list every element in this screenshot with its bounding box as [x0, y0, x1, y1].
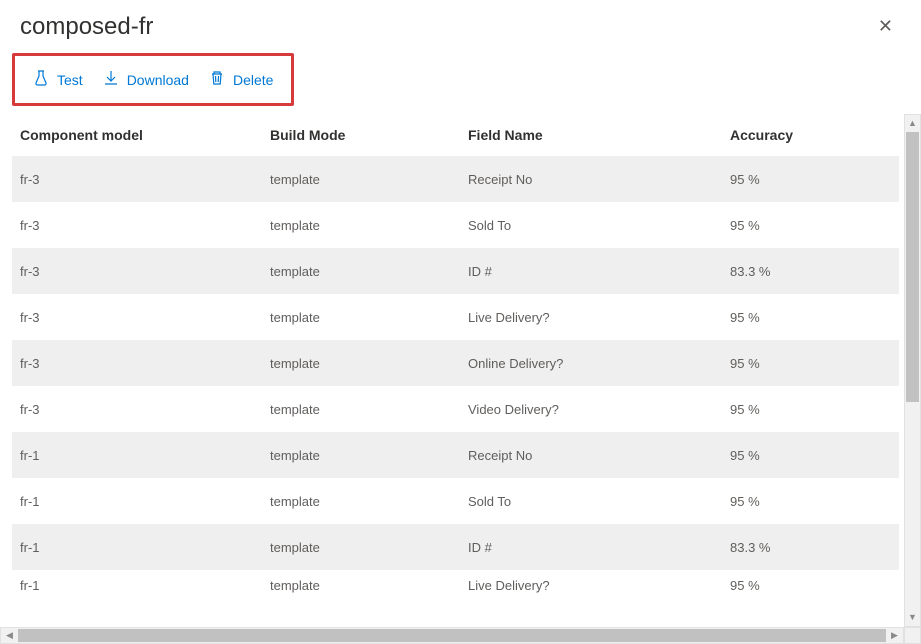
table-row[interactable]: fr-1templateReceipt No95 %: [12, 432, 899, 478]
cell-build-mode: template: [270, 494, 468, 509]
cell-build-mode: template: [270, 402, 468, 417]
cell-component-model: fr-3: [12, 310, 270, 325]
scroll-up-icon[interactable]: ▲: [905, 115, 920, 132]
close-button[interactable]: ✕: [870, 12, 901, 41]
cell-build-mode: template: [270, 310, 468, 325]
cell-field-name: Online Delivery?: [468, 356, 730, 371]
cell-component-model: fr-3: [12, 172, 270, 187]
toolbar: Test Download Delete: [12, 53, 294, 106]
cell-component-model: fr-3: [12, 402, 270, 417]
table-row[interactable]: fr-3templateOnline Delivery?95 %: [12, 340, 899, 386]
table-body: fr-3templateReceipt No95 %fr-3templateSo…: [12, 156, 899, 601]
table-row[interactable]: fr-1templateID #83.3 %: [12, 524, 899, 570]
test-label: Test: [57, 72, 83, 88]
horizontal-scroll-thumb[interactable]: [18, 629, 886, 642]
cell-build-mode: template: [270, 448, 468, 463]
cell-accuracy: 95 %: [730, 578, 899, 593]
cell-field-name: Sold To: [468, 218, 730, 233]
cell-accuracy: 95 %: [730, 494, 899, 509]
table-row[interactable]: fr-3templateVideo Delivery?95 %: [12, 386, 899, 432]
highlighted-toolbar-region: Test Download Delete: [0, 49, 921, 114]
cell-component-model: fr-3: [12, 356, 270, 371]
cell-field-name: Video Delivery?: [468, 402, 730, 417]
cell-component-model: fr-1: [12, 540, 270, 555]
cell-build-mode: template: [270, 218, 468, 233]
download-icon: [103, 70, 119, 89]
cell-field-name: Live Delivery?: [468, 578, 730, 593]
scroll-down-icon[interactable]: ▼: [905, 609, 920, 626]
scroll-container: Component model Build Mode Field Name Ac…: [0, 114, 921, 644]
cell-build-mode: template: [270, 172, 468, 187]
cell-component-model: fr-1: [12, 448, 270, 463]
cell-accuracy: 95 %: [730, 310, 899, 325]
cell-accuracy: 95 %: [730, 172, 899, 187]
cell-accuracy: 95 %: [730, 218, 899, 233]
vertical-scroll-thumb[interactable]: [906, 132, 919, 402]
cell-component-model: fr-3: [12, 264, 270, 279]
table-row[interactable]: fr-3templateLive Delivery?95 %: [12, 294, 899, 340]
cell-component-model: fr-3: [12, 218, 270, 233]
page-title: composed-fr: [20, 13, 153, 41]
cell-field-name: ID #: [468, 540, 730, 555]
header-component-model[interactable]: Component model: [12, 127, 270, 143]
download-button[interactable]: Download: [103, 70, 189, 89]
cell-field-name: Live Delivery?: [468, 310, 730, 325]
scroll-corner: [904, 627, 921, 644]
header-accuracy[interactable]: Accuracy: [730, 127, 899, 143]
table-row[interactable]: fr-3templateID #83.3 %: [12, 248, 899, 294]
cell-accuracy: 83.3 %: [730, 264, 899, 279]
cell-field-name: ID #: [468, 264, 730, 279]
cell-build-mode: template: [270, 356, 468, 371]
delete-label: Delete: [233, 72, 273, 88]
vertical-scrollbar[interactable]: ▲ ▼: [904, 114, 921, 627]
cell-component-model: fr-1: [12, 494, 270, 509]
horizontal-scrollbar[interactable]: ◀ ▶: [0, 627, 904, 644]
table-header-row: Component model Build Mode Field Name Ac…: [12, 114, 899, 156]
header-build-mode[interactable]: Build Mode: [270, 127, 468, 143]
cell-accuracy: 95 %: [730, 356, 899, 371]
cell-build-mode: template: [270, 540, 468, 555]
cell-component-model: fr-1: [12, 578, 270, 593]
cell-accuracy: 95 %: [730, 402, 899, 417]
cell-accuracy: 95 %: [730, 448, 899, 463]
scroll-left-icon[interactable]: ◀: [1, 628, 18, 643]
scroll-right-icon[interactable]: ▶: [886, 628, 903, 643]
cell-accuracy: 83.3 %: [730, 540, 899, 555]
header-field-name[interactable]: Field Name: [468, 127, 730, 143]
flask-icon: [33, 70, 49, 89]
cell-field-name: Sold To: [468, 494, 730, 509]
table-row[interactable]: fr-1templateSold To95 %: [12, 478, 899, 524]
delete-button[interactable]: Delete: [209, 70, 273, 89]
table-row[interactable]: fr-3templateSold To95 %: [12, 202, 899, 248]
cell-build-mode: template: [270, 264, 468, 279]
cell-build-mode: template: [270, 578, 468, 593]
table-row[interactable]: fr-3templateReceipt No95 %: [12, 156, 899, 202]
trash-icon: [209, 70, 225, 89]
table-row[interactable]: fr-1templateLive Delivery?95 %: [12, 570, 899, 601]
cell-field-name: Receipt No: [468, 172, 730, 187]
test-button[interactable]: Test: [33, 70, 83, 89]
close-icon: ✕: [878, 16, 893, 36]
cell-field-name: Receipt No: [468, 448, 730, 463]
model-fields-table: Component model Build Mode Field Name Ac…: [0, 114, 899, 601]
download-label: Download: [127, 72, 189, 88]
